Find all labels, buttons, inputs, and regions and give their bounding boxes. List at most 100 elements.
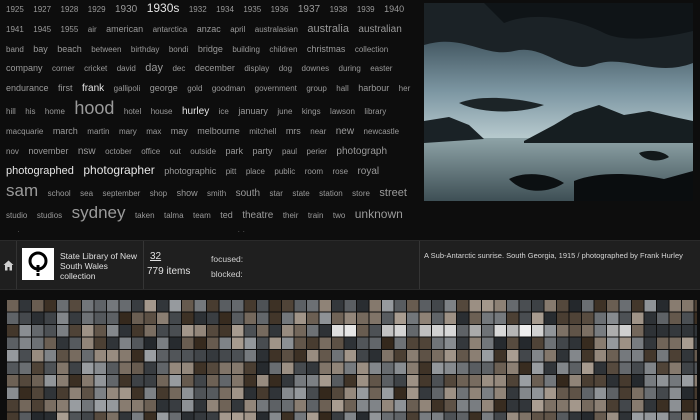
thumbnail[interactable] <box>94 300 107 312</box>
thumbnail[interactable] <box>282 312 294 325</box>
thumbnail[interactable] <box>532 387 544 400</box>
thumbnail[interactable] <box>19 362 32 375</box>
thumbnail[interactable] <box>119 312 132 325</box>
thumbnail[interactable] <box>419 325 432 337</box>
tag-1937[interactable]: 1937 <box>298 5 320 15</box>
thumbnail[interactable] <box>582 325 594 337</box>
thumbnail[interactable] <box>269 300 282 312</box>
thumbnail[interactable] <box>294 325 307 337</box>
tag-1935[interactable]: 1935 <box>243 6 261 14</box>
thumbnail[interactable] <box>619 337 632 350</box>
thumbnail[interactable] <box>82 375 94 387</box>
thumbnail[interactable] <box>382 325 394 337</box>
thumbnail[interactable] <box>207 400 219 412</box>
thumbnail[interactable] <box>507 300 519 312</box>
thumbnail[interactable] <box>444 325 457 337</box>
thumbnail[interactable] <box>357 400 369 412</box>
thumbnail[interactable] <box>144 375 157 387</box>
thumbnail[interactable] <box>207 312 219 325</box>
thumbnail[interactable] <box>57 300 69 312</box>
tag-theatre[interactable]: theatre <box>242 211 273 221</box>
thumbnail[interactable] <box>132 300 144 312</box>
thumbnail[interactable] <box>557 325 569 337</box>
thumbnail[interactable] <box>7 400 19 412</box>
tag-macquarie[interactable]: macquarie <box>6 128 43 136</box>
thumbnail[interactable] <box>607 312 619 325</box>
thumbnail[interactable] <box>244 362 257 375</box>
thumbnail[interactable] <box>557 312 569 325</box>
thumbnail[interactable] <box>132 412 144 420</box>
thumbnail[interactable] <box>657 387 669 400</box>
thumbnail[interactable] <box>544 400 557 412</box>
tag-library[interactable]: library <box>364 108 386 116</box>
thumbnail[interactable] <box>69 350 82 362</box>
thumbnail[interactable] <box>457 325 469 337</box>
thumbnail[interactable] <box>457 312 469 325</box>
thumbnail[interactable] <box>257 362 269 375</box>
thumbnail[interactable] <box>407 375 419 387</box>
thumbnail[interactable] <box>57 412 69 420</box>
thumbnail[interactable] <box>119 300 132 312</box>
thumbnail[interactable] <box>57 362 69 375</box>
thumbnail[interactable] <box>182 350 194 362</box>
thumbnail[interactable] <box>457 337 469 350</box>
thumbnail[interactable] <box>219 400 232 412</box>
tag-january[interactable]: january <box>238 107 268 116</box>
thumbnail[interactable] <box>657 312 669 325</box>
thumbnail[interactable] <box>94 412 107 420</box>
tag-dog[interactable]: dog <box>279 65 292 73</box>
thumbnail[interactable] <box>519 350 532 362</box>
thumbnail[interactable] <box>694 375 698 387</box>
thumbnail[interactable] <box>419 400 432 412</box>
thumbnail[interactable] <box>257 387 269 400</box>
thumbnail[interactable] <box>69 375 82 387</box>
thumbnail[interactable] <box>407 300 419 312</box>
tag-goodman[interactable]: goodman <box>212 85 245 93</box>
thumbnail[interactable] <box>57 350 69 362</box>
thumbnail[interactable] <box>507 312 519 325</box>
thumbnail[interactable] <box>132 350 144 362</box>
thumbnail[interactable] <box>94 350 107 362</box>
thumbnail[interactable] <box>657 350 669 362</box>
thumbnail[interactable] <box>457 375 469 387</box>
thumbnail[interactable] <box>94 337 107 350</box>
tag-downes[interactable]: downes <box>302 65 330 73</box>
thumbnail[interactable] <box>244 312 257 325</box>
thumbnail[interactable] <box>282 387 294 400</box>
tag-park[interactable]: park <box>226 147 244 156</box>
thumbnail[interactable] <box>607 337 619 350</box>
tag-sam[interactable]: sam <box>6 182 38 199</box>
thumbnail[interactable] <box>369 362 382 375</box>
thumbnail[interactable] <box>344 300 357 312</box>
thumbnail[interactable] <box>632 362 644 375</box>
thumbnail[interactable] <box>282 325 294 337</box>
thumbnail[interactable] <box>107 387 119 400</box>
thumbnail[interactable] <box>644 375 657 387</box>
thumbnail[interactable] <box>469 375 482 387</box>
thumbnail[interactable] <box>357 337 369 350</box>
thumbnail[interactable] <box>232 387 244 400</box>
thumbnail[interactable] <box>357 312 369 325</box>
thumbnail[interactable] <box>669 325 682 337</box>
thumbnail[interactable] <box>382 350 394 362</box>
thumbnail[interactable] <box>307 387 319 400</box>
thumbnail[interactable] <box>532 400 544 412</box>
thumbnail[interactable] <box>269 350 282 362</box>
thumbnail[interactable] <box>232 300 244 312</box>
thumbnail[interactable] <box>394 375 407 387</box>
thumbnail[interactable] <box>294 300 307 312</box>
thumbnail[interactable] <box>694 362 698 375</box>
tag-hill[interactable]: hill <box>6 108 16 116</box>
tag-october[interactable]: october <box>105 148 132 156</box>
tag-easter[interactable]: easter <box>370 65 392 73</box>
thumbnail[interactable] <box>332 375 344 387</box>
thumbnail[interactable] <box>469 350 482 362</box>
thumbnail[interactable] <box>519 400 532 412</box>
thumbnail[interactable] <box>369 337 382 350</box>
thumbnail[interactable] <box>219 312 232 325</box>
thumbnail[interactable] <box>532 350 544 362</box>
thumbnail[interactable] <box>144 325 157 337</box>
thumbnail[interactable] <box>382 387 394 400</box>
thumbnail[interactable] <box>569 362 582 375</box>
thumbnail[interactable] <box>307 337 319 350</box>
